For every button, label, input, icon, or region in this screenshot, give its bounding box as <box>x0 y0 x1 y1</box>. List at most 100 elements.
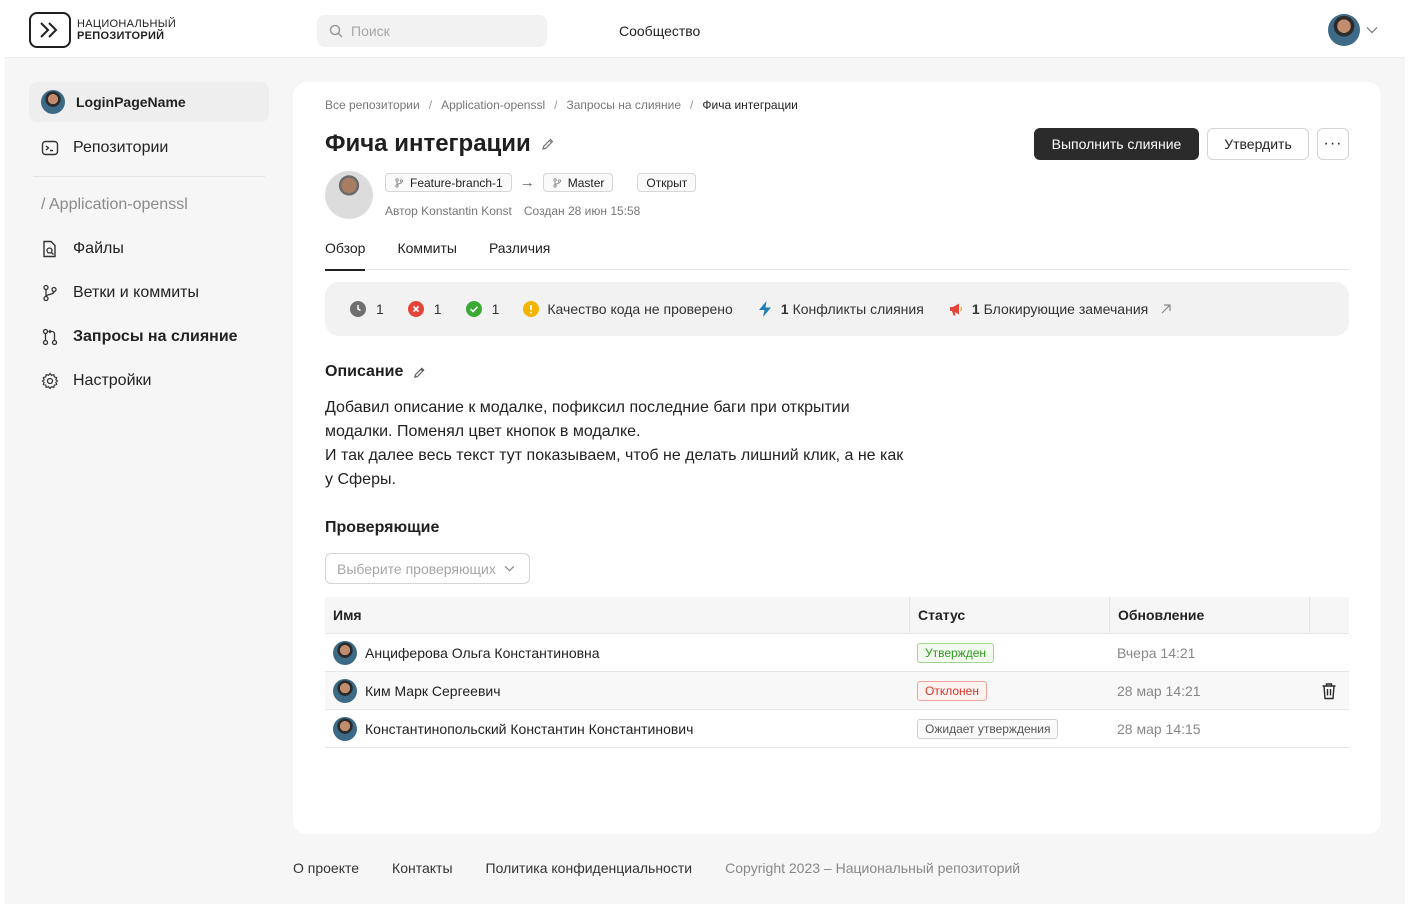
status-badge: Ожидает утверждения <box>917 718 1059 739</box>
footer-about-link[interactable]: О проекте <box>293 860 359 876</box>
edit-pencil-icon[interactable] <box>413 366 426 379</box>
avatar <box>333 716 357 741</box>
breadcrumb-all-repos[interactable]: Все репозитории <box>325 98 420 112</box>
passed-checks[interactable]: 1 <box>465 301 499 317</box>
footer-contacts-link[interactable]: Контакты <box>392 860 452 876</box>
failed-checks[interactable]: 1 <box>407 301 442 317</box>
more-options-button[interactable]: ··· <box>1317 128 1349 160</box>
sidebar-item-label: Ветки и коммиты <box>73 284 199 301</box>
file-search-icon <box>43 240 56 258</box>
column-header-name[interactable]: Имя <box>325 607 909 623</box>
main-card: Все репозитории / Application-openssl / … <box>293 82 1381 834</box>
reviewer-name: Ким Марк Сергеевич <box>365 682 501 699</box>
top-header: НАЦИОНАЛЬНЫЙ РЕПОЗИТОРИЙ Сообщество <box>5 0 1405 58</box>
chevron-down-icon <box>504 565 515 572</box>
sidebar-repo-path[interactable]: / Application-openssl <box>29 183 269 227</box>
target-branch-chip[interactable]: Master <box>542 173 614 192</box>
error-icon <box>407 301 424 317</box>
sidebar: LoginPageName Репозитории / Application-… <box>29 82 269 403</box>
search-box[interactable] <box>317 15 547 47</box>
user-menu[interactable] <box>1328 14 1378 46</box>
sidebar-user-name: LoginPageName <box>76 94 186 110</box>
title-row: Фича интеграции <box>325 130 555 158</box>
sidebar-user[interactable]: LoginPageName <box>29 82 269 122</box>
terminal-icon <box>41 140 59 156</box>
sidebar-item-label: Файлы <box>73 240 124 257</box>
table-row[interactable]: Ким Марк Сергеевич Отклонен 28 мар 14:21 <box>325 672 1349 710</box>
description-text: Добавил описание к модалке, пофиксил пос… <box>325 399 904 488</box>
code-quality-status[interactable]: Качество кода не проверено <box>523 301 733 317</box>
external-link-icon[interactable] <box>1160 303 1172 315</box>
author-label: Автор Konstantin Konst <box>385 204 512 218</box>
clock-icon <box>350 301 366 317</box>
author-info: Автор Konstantin Konst Создан 28 июн 15:… <box>385 204 696 218</box>
breadcrumb-repo[interactable]: Application-openssl <box>441 98 545 112</box>
tabs: Обзор Коммиты Различия <box>325 240 1349 271</box>
breadcrumb: Все репозитории / Application-openssl / … <box>325 98 798 112</box>
column-header-updated[interactable]: Обновление <box>1109 597 1309 633</box>
check-icon <box>465 301 482 317</box>
sidebar-item-label: Репозитории <box>73 139 169 156</box>
avatar <box>41 90 65 114</box>
page-title: Фича интеграции <box>325 130 531 157</box>
tab-overview[interactable]: Обзор <box>325 240 366 271</box>
breadcrumb-current: Фича интеграции <box>702 98 798 112</box>
logo-text: НАЦИОНАЛЬНЫЙ РЕПОЗИТОРИЙ <box>77 18 176 42</box>
avatar <box>1328 14 1360 46</box>
tab-diffs[interactable]: Различия <box>489 240 550 270</box>
merge-request-meta: Feature-branch-1 → Master Открыт Автор K… <box>325 171 697 219</box>
arrow-right-icon: → <box>519 174 535 191</box>
branch-icon <box>553 177 561 188</box>
sidebar-item-repositories[interactable]: Репозитории <box>29 126 269 170</box>
breadcrumb-merge-requests[interactable]: Запросы на слияние <box>566 98 681 112</box>
reviewer-select-placeholder: Выберите проверяющих <box>337 560 496 577</box>
footer-copyright: Copyright 2023 – Национальный репозитори… <box>725 860 1021 876</box>
blocking-comments[interactable]: 1 Блокирующие замечания <box>948 301 1172 317</box>
lightning-icon <box>758 301 771 317</box>
reviewers-title: Проверяющие <box>325 519 440 536</box>
branch-icon <box>395 177 404 188</box>
actions: Выполнить слияние Утвердить ··· <box>1034 128 1349 160</box>
search-input[interactable] <box>351 23 531 39</box>
footer-privacy-link[interactable]: Политика конфиденциальности <box>486 860 693 876</box>
table-row[interactable]: Константинопольский Константин Константи… <box>325 710 1349 748</box>
logo-icon <box>29 12 71 48</box>
checks-summary: 1 1 1 Качество кода не проверено 1 Конфл… <box>325 282 1349 336</box>
footer: О проекте Контакты Политика конфиденциал… <box>293 860 1020 876</box>
column-header-status[interactable]: Статус <box>909 597 1109 633</box>
pending-checks[interactable]: 1 <box>350 301 384 317</box>
edit-pencil-icon[interactable] <box>541 137 555 151</box>
sidebar-item-files[interactable]: Файлы <box>29 227 269 271</box>
approve-button[interactable]: Утвердить <box>1207 128 1309 160</box>
table-row[interactable]: Анциферова Ольга Константиновна Утвержде… <box>325 634 1349 672</box>
sidebar-item-branches[interactable]: Ветки и коммиты <box>29 271 269 315</box>
sidebar-item-label: Настройки <box>73 372 152 389</box>
avatar <box>333 678 357 703</box>
reviewers-table: Имя Статус Обновление Анциферова Ольга К… <box>325 597 1349 748</box>
search-icon <box>329 24 343 38</box>
table-header: Имя Статус Обновление <box>325 597 1349 634</box>
sidebar-item-merge-requests[interactable]: Запросы на слияние <box>29 315 269 359</box>
branches: Feature-branch-1 → Master Открыт <box>385 173 697 192</box>
updated-time: 28 мар 14:15 <box>1117 720 1201 737</box>
target-branch-name: Master <box>567 175 605 190</box>
reviewer-select[interactable]: Выберите проверяющих <box>325 553 530 584</box>
trash-icon[interactable] <box>1321 682 1337 700</box>
status-badge: Утвержден <box>917 642 995 663</box>
merge-conflicts[interactable]: 1 Конфликты слияния <box>757 300 924 318</box>
community-link[interactable]: Сообщество <box>619 23 700 39</box>
gear-icon <box>41 372 59 390</box>
source-branch-name: Feature-branch-1 <box>410 175 503 190</box>
logo[interactable]: НАЦИОНАЛЬНЫЙ РЕПОЗИТОРИЙ <box>29 12 176 48</box>
column-header-actions <box>1309 597 1349 633</box>
description-header: Описание <box>325 363 426 381</box>
megaphone-icon <box>949 303 962 316</box>
branch-icon <box>43 284 57 302</box>
source-branch-chip[interactable]: Feature-branch-1 <box>385 173 512 192</box>
sidebar-item-settings[interactable]: Настройки <box>29 359 269 403</box>
merge-button[interactable]: Выполнить слияние <box>1034 128 1199 160</box>
chevron-down-icon <box>1366 27 1378 34</box>
warning-icon <box>523 301 540 317</box>
tab-commits[interactable]: Коммиты <box>397 240 457 270</box>
status-badge: Открыт <box>637 173 697 192</box>
